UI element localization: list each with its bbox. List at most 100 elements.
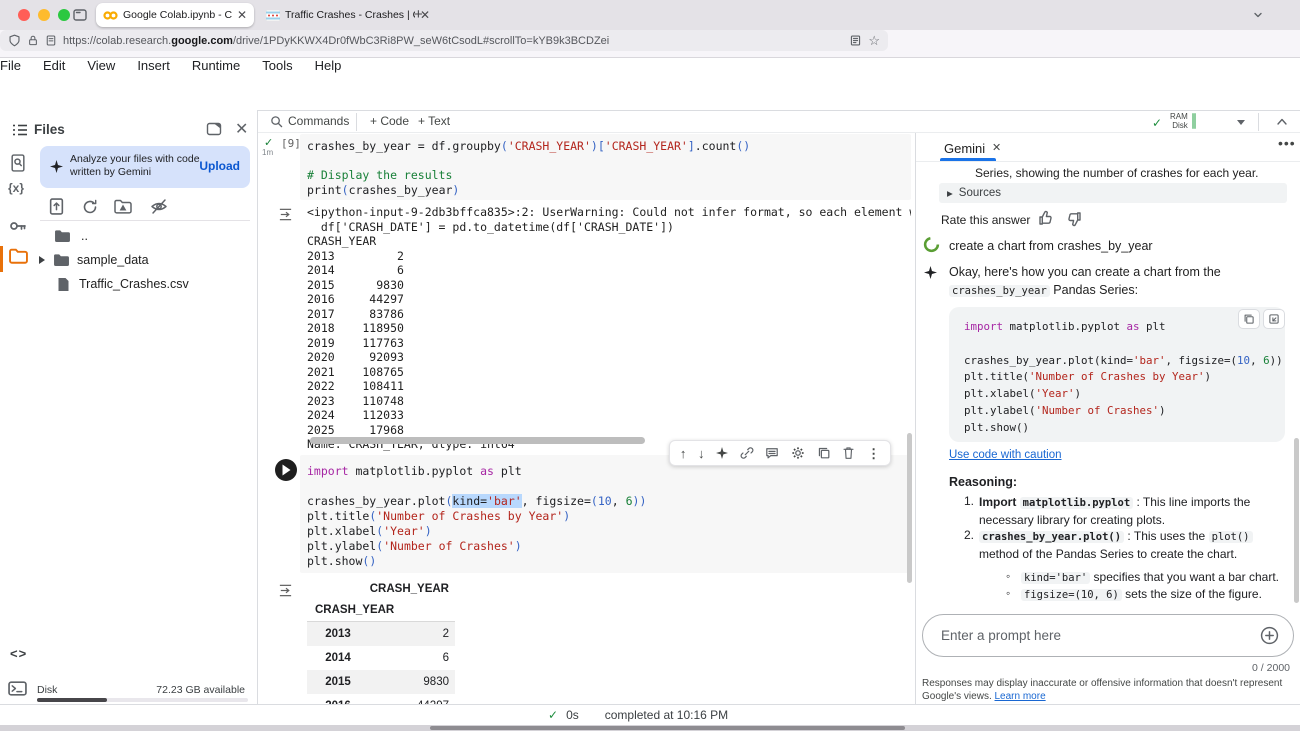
gemini-sparkle-icon [924,266,937,279]
menu-help[interactable]: Help [315,58,342,73]
reasoning-sub-2: figsize=(10, 6) sets the size of the fig… [1021,586,1286,604]
terminal-icon[interactable] [8,680,27,697]
bookmark-star-icon[interactable]: ☆ [868,33,880,49]
learn-more-link[interactable]: Learn more [995,691,1046,702]
tree-item-traffic-crashes-csv[interactable]: Traffic_Crashes.csv [57,272,189,296]
status-message: completed at 10:16 PM [605,708,728,722]
prompt-input[interactable]: Enter a prompt here [922,614,1294,657]
menu-view[interactable]: View [87,58,115,73]
new-tab-button[interactable]: + [414,6,423,23]
upload-file-icon[interactable] [48,198,65,215]
hide-hidden-files-icon[interactable] [150,198,168,215]
gemini-tab-close-icon[interactable]: ✕ [992,141,1001,154]
menu-file[interactable]: File [0,58,21,73]
notebook-scrollbar[interactable] [907,433,912,583]
expand-chevron-icon[interactable] [38,255,46,265]
page-horizontal-scrollbar[interactable] [430,726,905,730]
disk-meter [1194,113,1196,129]
permissions-icon[interactable] [45,34,57,47]
cell-execution-count[interactable]: [9] [281,137,301,150]
code-cell-1[interactable]: crashes_by_year = df.groupby('CRASH_YEAR… [300,134,911,200]
gemini-cell-icon[interactable] [716,447,728,459]
window-zoom-button[interactable] [58,9,70,21]
code-line: plt.title('Number of Crashes by Year') [307,509,911,524]
output-icon[interactable] [278,583,293,598]
reader-mode-icon[interactable] [849,34,862,47]
code-line: 2019 117763 [307,337,911,352]
runtime-dropdown-icon[interactable] [1236,119,1246,126]
resource-monitor[interactable]: RAMDisk [1170,112,1196,130]
status-bar: ✓ 0s completed at 10:16 PM [0,704,1300,725]
browser-tab-colab[interactable]: Google Colab.ipynb - Colab ✕ [96,3,254,27]
series-output-table: CRASH_YEAR CRASH_YEAR 201322014620159830… [307,578,455,704]
thumbs-up-icon[interactable] [1038,210,1054,226]
code-editor[interactable]: import matplotlib.pyplot as plt crashes_… [300,455,911,569]
gemini-panel: Gemini ✕ ••• Series, showing the number … [915,133,1300,704]
disk-label: Disk [37,684,57,696]
connected-check-icon[interactable]: ✓ [1152,116,1162,130]
table-row: 201644297 [307,694,455,704]
output-icon[interactable] [278,207,293,222]
run-cell-button[interactable] [275,459,297,481]
gemini-tab[interactable]: Gemini [944,141,985,156]
code-line [307,479,911,494]
gemini-more-menu-icon[interactable]: ••• [1278,135,1296,151]
gemini-scrollbar[interactable] [1294,438,1299,603]
browser-tab-traffic-crashes[interactable]: Traffic Crashes - Crashes | City ✕ [262,5,434,25]
code-snippets-icon[interactable]: <> [10,646,27,661]
commands-button[interactable]: Commands [288,114,349,128]
add-text-button[interactable]: + Text [418,114,450,128]
search-icon[interactable] [9,154,27,172]
secrets-key-icon[interactable] [9,218,27,234]
move-cell-up-icon[interactable]: ↑ [680,447,687,460]
table-of-contents-icon[interactable] [12,123,28,137]
lock-icon[interactable] [27,34,39,47]
firefox-view-icon[interactable] [72,7,88,23]
sources-expander[interactable]: ▸ Sources [939,183,1287,203]
copy-link-icon[interactable] [740,446,754,460]
add-comment-icon[interactable] [765,447,779,460]
menu-tools[interactable]: Tools [262,58,292,73]
delete-cell-icon[interactable] [842,446,855,460]
editor-settings-gear-icon[interactable] [791,446,805,460]
gemini-code-block[interactable]: import matplotlib.pyplot as plt crashes_… [964,319,1283,437]
mount-drive-icon[interactable] [114,199,132,214]
tab-list-chevron-icon[interactable] [1252,9,1264,21]
menu-runtime[interactable]: Runtime [192,58,240,73]
tab-close-icon[interactable]: ✕ [237,9,247,21]
tree-item-label: .. [81,229,88,243]
table-column-header: CRASH_YEAR [307,578,455,600]
insert-code-icon[interactable] [1263,309,1285,329]
close-files-panel-icon[interactable]: ✕ [235,119,248,139]
window-minimize-button[interactable] [38,9,50,21]
char-counter: 0 / 2000 [1252,662,1290,674]
use-code-with-caution-link[interactable]: Use code with caution [949,449,1062,461]
table-row: 20159830 [307,670,455,694]
more-actions-kebab-icon[interactable]: ⋮ [867,447,880,460]
variables-icon[interactable]: {x} [8,181,24,195]
code-line: plt.xlabel('Year') [307,524,911,539]
commands-search-icon[interactable] [270,115,283,128]
add-code-button[interactable]: + Code [370,114,409,128]
upload-button[interactable]: Upload [199,159,240,173]
open-in-tab-icon[interactable] [206,121,222,137]
mirror-cell-icon[interactable] [817,446,831,460]
menu-insert[interactable]: Insert [137,58,170,73]
url-bar[interactable]: https://colab.research.google.com/drive/… [0,30,888,51]
url-text[interactable]: https://colab.research.google.com/drive/… [63,35,843,47]
copy-code-icon[interactable] [1238,309,1260,329]
code-line: CRASH_YEAR [307,235,911,250]
move-cell-down-icon[interactable]: ↓ [698,447,705,460]
window-close-button[interactable] [18,9,30,21]
tree-item-sample-data[interactable]: sample_data [38,248,149,272]
horizontal-scrollbar[interactable] [310,437,645,444]
add-context-plus-icon[interactable] [1260,626,1279,645]
files-folder-icon-active[interactable] [9,248,28,264]
code-editor[interactable]: crashes_by_year = df.groupby('CRASH_YEAR… [300,134,911,197]
code-cell-2[interactable]: import matplotlib.pyplot as plt crashes_… [300,455,911,573]
menu-edit[interactable]: Edit [43,58,65,73]
tree-item-parent-dir[interactable]: .. [54,224,88,248]
thumbs-down-icon[interactable] [1066,211,1082,227]
refresh-icon[interactable] [82,199,98,215]
collapse-panel-chevron-icon[interactable] [1276,117,1288,126]
